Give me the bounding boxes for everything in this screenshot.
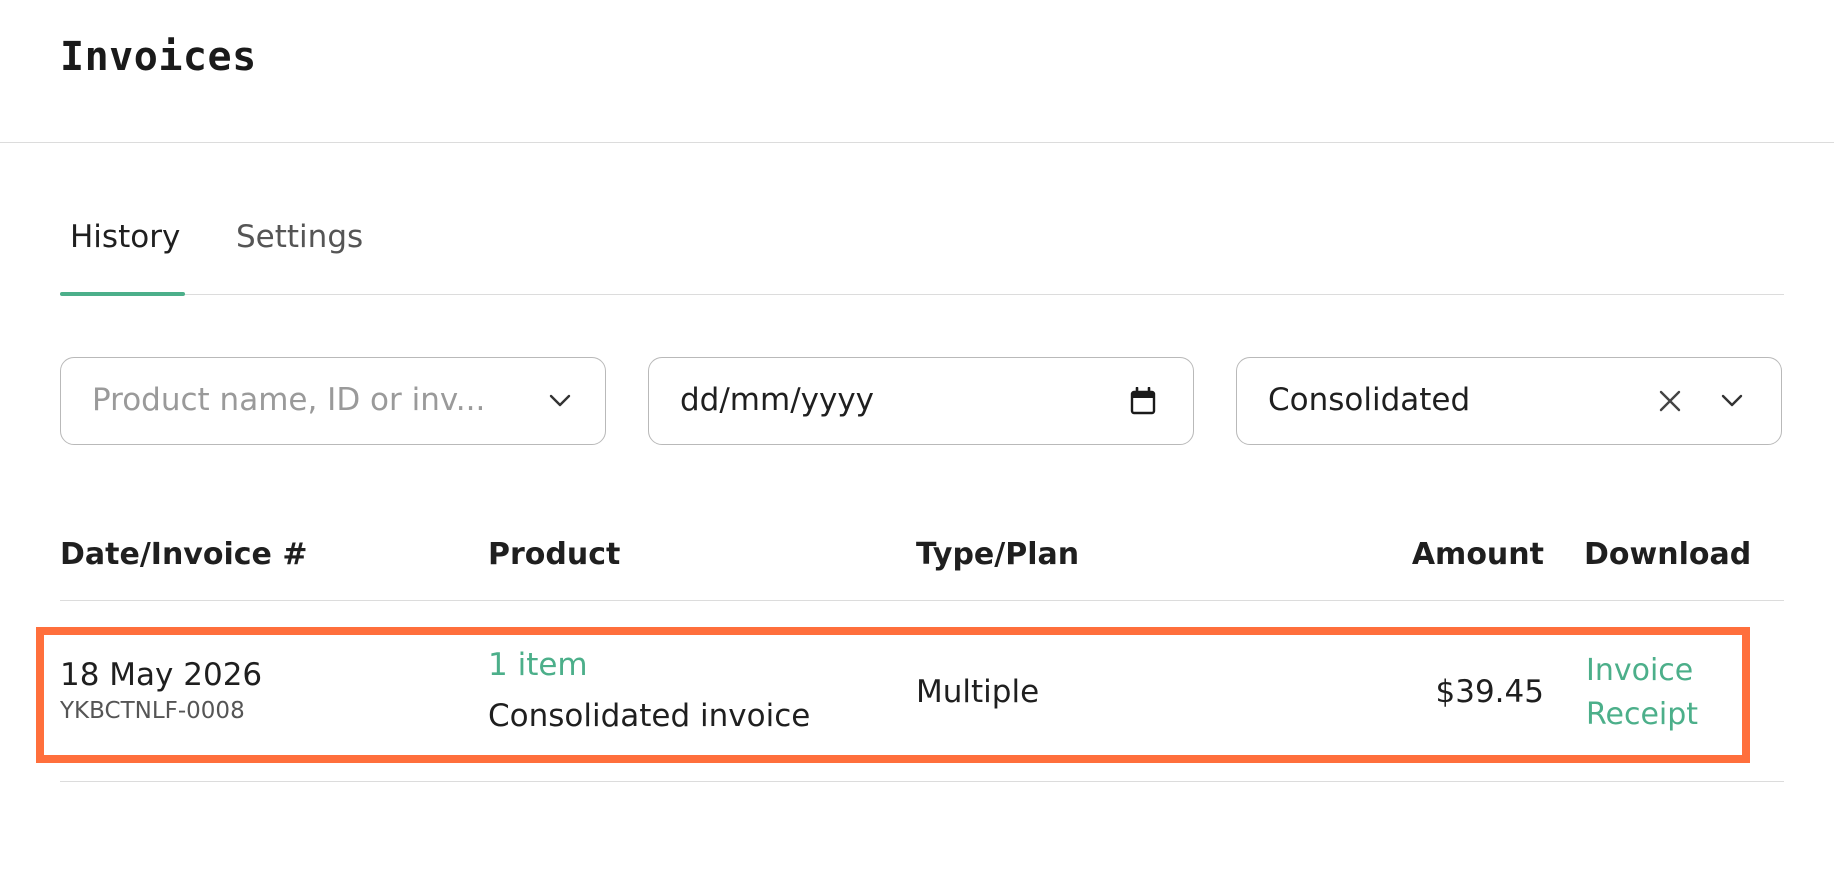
page-header: Invoices	[0, 0, 1834, 143]
chevron-down-icon[interactable]	[545, 358, 575, 444]
invoice-type: Multiple	[916, 674, 1040, 710]
invoice-number: YKBCTNLF-0008	[60, 698, 245, 724]
column-header-type: Type/Plan	[916, 537, 1080, 572]
date-input-value: dd/mm/yyyy	[680, 382, 875, 418]
product-items-link[interactable]: 1 item	[488, 647, 588, 683]
invoice-amount: $39.45	[1435, 674, 1544, 710]
invoice-date: 18 May 2026	[60, 657, 263, 693]
table-row: 18 May 2026 YKBCTNLF-0008 1 item Consoli…	[60, 602, 1784, 782]
active-tab-indicator	[60, 292, 185, 296]
product-description: Consolidated invoice	[488, 698, 811, 734]
product-search-select[interactable]: Product name, ID or inv...	[60, 357, 606, 445]
table-header: Date/Invoice # Product Type/Plan Amount …	[60, 530, 1784, 601]
close-icon[interactable]	[1655, 358, 1685, 444]
page-title: Invoices	[60, 34, 257, 80]
invoice-type-value: Consolidated	[1268, 382, 1471, 418]
tab-history[interactable]: History	[70, 219, 180, 255]
date-input[interactable]: dd/mm/yyyy	[648, 357, 1194, 445]
product-search-placeholder: Product name, ID or inv...	[92, 382, 486, 418]
column-header-download: Download	[1584, 537, 1752, 572]
invoice-type-select[interactable]: Consolidated	[1236, 357, 1782, 445]
tab-bar: History Settings	[60, 205, 1784, 296]
column-header-product: Product	[488, 537, 621, 572]
download-invoice-link[interactable]: Invoice	[1586, 653, 1693, 688]
column-header-date: Date/Invoice #	[60, 537, 308, 572]
column-header-amount: Amount	[1411, 537, 1544, 572]
download-receipt-link[interactable]: Receipt	[1586, 697, 1698, 732]
tab-settings[interactable]: Settings	[236, 219, 363, 255]
calendar-icon[interactable]	[1127, 358, 1159, 444]
chevron-down-icon[interactable]	[1717, 358, 1747, 444]
